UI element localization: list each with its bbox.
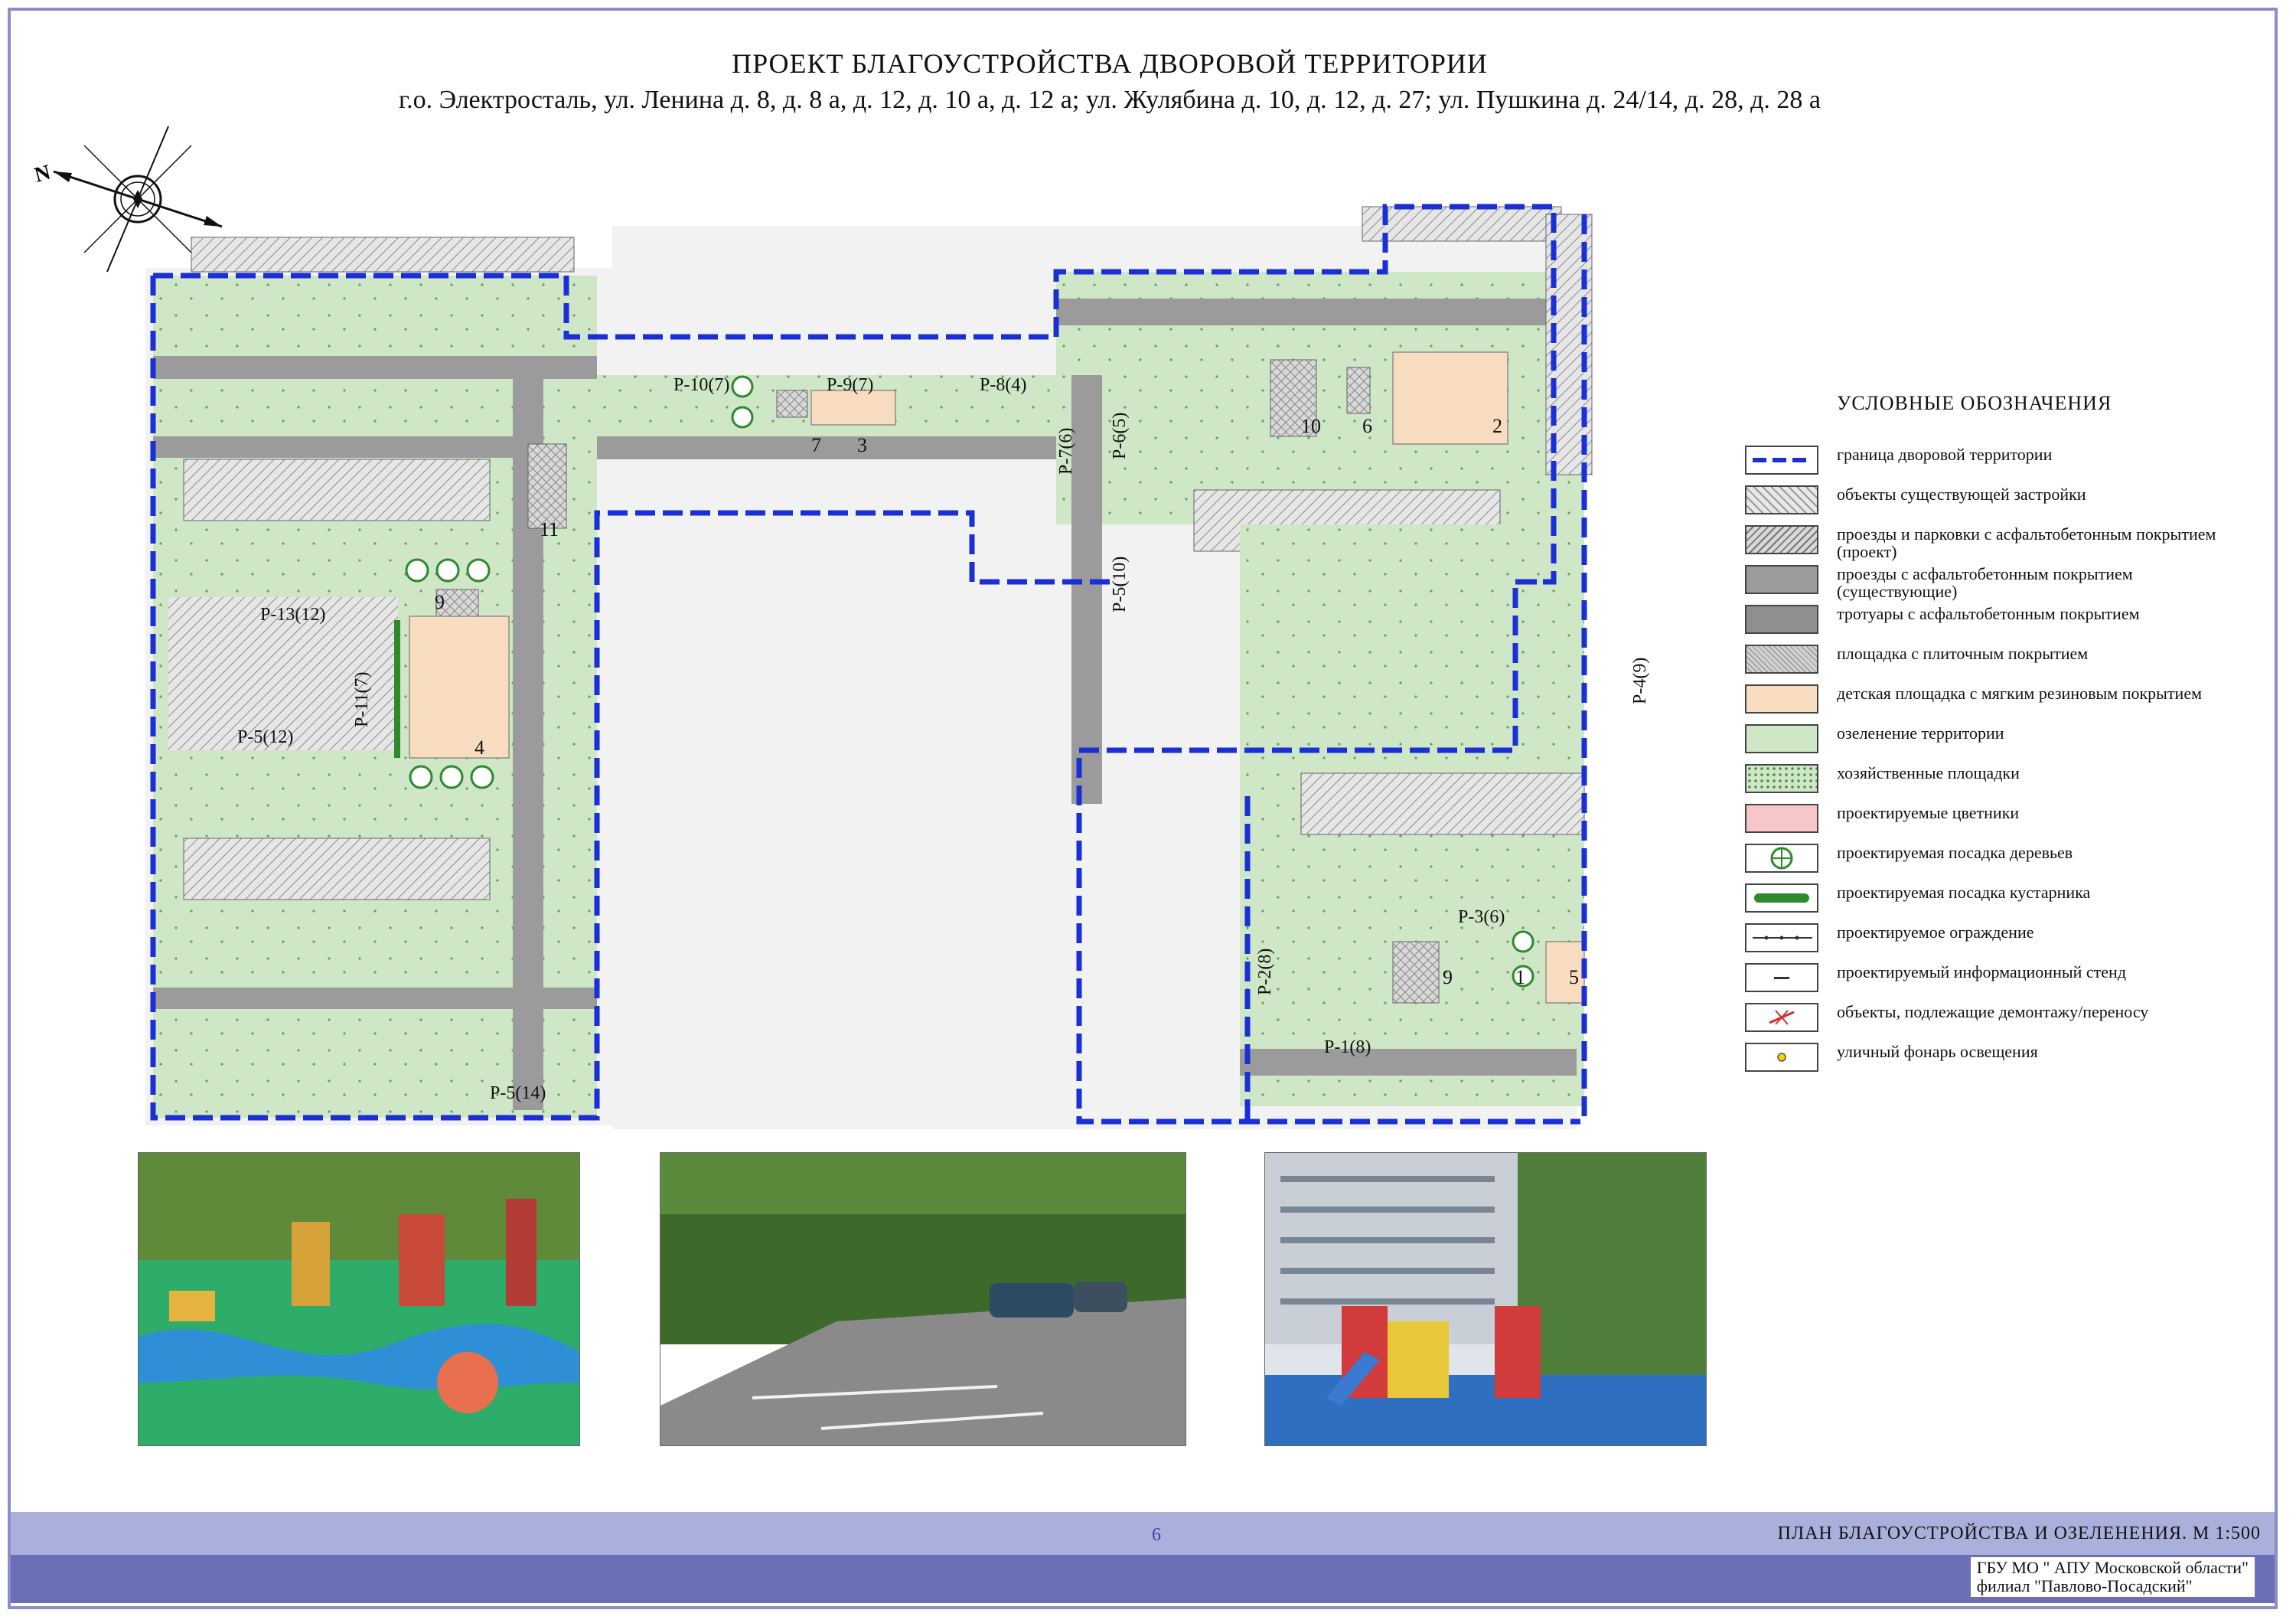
legend-item-shrub: проектируемая посадка кустарника [1745,883,2235,919]
legend-item-tile: площадка с плиточным покрытием [1745,645,2235,680]
label-n3: 3 [857,434,867,456]
tile-area-9-right [1392,941,1440,1004]
building-24-14 [1300,772,1585,835]
legend-item-asphalt-project: проезды и парковки с асфальтобетонным по… [1745,525,2235,560]
label-p7: Р-7(6) [1056,428,1076,475]
label-p5c: Р-5(10) [1110,557,1130,612]
boundary-dashed-icon [1745,446,1818,475]
page-number: 6 [1152,1525,1161,1545]
legend-title: УСЛОВНЫЕ ОБОЗНАЧЕНИЯ [1837,392,2112,414]
building-8 [183,459,491,521]
photo-parking [660,1152,1186,1446]
utility-area-icon [1745,764,1818,793]
label-p5b: Р-5(14) [490,1083,546,1103]
hatched-asphalt-project-icon [1745,525,1818,554]
sheet-title: ПЛАН БЛАГОУСТРОЙСТВА И ОЗЕЛЕНЕНИЯ. М 1:5… [1777,1523,2261,1543]
label-n1: 1 [1515,966,1525,988]
asphalt-existing-icon [1745,565,1818,594]
greenery-icon [1745,724,1818,753]
organization-block: ГБУ МО " АПУ Московской области" филиал … [1970,1557,2255,1597]
shrub-icon [1745,883,1818,913]
north-label: N [32,161,54,188]
sidewalk-icon [1745,605,1818,634]
legend-item-dismantle: объекты, подлежащие демонтажу/переносу [1745,1003,2235,1038]
driveway-right-bottom [1240,1049,1577,1076]
legend-item-building: объекты существующей застройки [1745,485,2235,521]
legend-item-flowerbed: проектируемые цветники [1745,804,2235,839]
street-lamp-icon [1745,1043,1818,1072]
label-n6: 6 [1362,415,1372,437]
tree-icon [1745,844,1818,873]
label-n5: 5 [1569,966,1579,988]
legend-item-lamp: уличный фонарь освещения [1745,1043,2235,1078]
label-p5a: Р-5(12) [237,727,293,747]
legend-item-utility: хозяйственные площадки [1745,764,2235,799]
dismantle-icon [1745,1003,1818,1032]
label-p4: Р-4(9) [1630,658,1650,704]
info-stand-icon [1745,963,1818,992]
tile-area-7 [776,390,808,418]
legend-item-tree: проектируемая посадка деревьев [1745,844,2235,879]
driveway-mid-strip [597,436,1071,459]
site-plan-map: Р-13(12) Р-11(7) Р-5(12) Р-5(14) Р-10(7)… [145,204,1650,1129]
page-title: ПРОЕКТ БЛАГОУСТРОЙСТВА ДВОРОВОЙ ТЕРРИТОР… [732,48,1488,79]
driveway-right-top [1056,299,1584,325]
label-p11: Р-11(7) [352,672,372,727]
legend-item-greenery: озеленение территории [1745,724,2235,759]
photo-playground-1 [138,1152,580,1446]
label-n7: 7 [811,434,821,456]
playground-2 [1392,351,1508,445]
shrub-row [394,620,400,758]
tile-area-icon [1745,645,1818,674]
hatched-building-icon [1745,485,1818,514]
label-p10: Р-10(7) [673,375,729,395]
legend-item-sidewalk: тротуары с асфальтобетонным покрытием [1745,605,2235,640]
building-top-right [1362,206,1562,242]
building-28a [183,838,491,900]
driveway-left-bottom [153,988,597,1009]
label-p6: Р-6(5) [1110,413,1130,459]
playground-icon [1745,684,1818,714]
flowerbed-icon [1745,804,1818,833]
playground-4 [409,616,510,759]
label-p9: Р-9(7) [827,375,873,395]
legend-item-asphalt-existing: проезды с асфальтобетонным покрытием (су… [1745,565,2235,600]
legend-item-info-stand: проектируемый информационный стенд [1745,963,2235,998]
footer-band-dark [11,1555,2275,1603]
label-n2: 2 [1492,415,1502,437]
label-p13: Р-13(12) [260,605,325,625]
tile-area-6 [1346,367,1371,414]
fence-icon [1745,923,1818,952]
driveway-left-mid [153,436,536,458]
building-top-left [191,237,575,273]
label-p8: Р-8(4) [980,375,1026,395]
label-n9b: 9 [1443,966,1453,988]
photo-playground-2 [1264,1152,1707,1446]
label-p2: Р-2(8) [1255,949,1275,995]
page-subtitle: г.о. Электросталь, ул. Ленина д. 8, д. 8… [398,86,1821,114]
driveway-right-vertical [1071,375,1102,804]
legend-item-playground: детская площадка с мягким резиновым покр… [1745,684,2235,720]
legend-item-boundary: граница дворовой территории [1745,446,2235,481]
label-n10: 10 [1301,415,1321,437]
label-n4: 4 [475,736,484,759]
tile-area-11 [527,443,567,529]
org-line-2: филиал "Павлово-Посадский" [1976,1576,2193,1595]
label-n11: 11 [540,518,559,540]
label-n9a: 9 [435,591,445,613]
org-line-1: ГБУ МО " АПУ Московской области" [1976,1558,2249,1577]
label-p3: Р-3(6) [1458,907,1505,927]
playground-3 [810,390,896,426]
legend-item-fence: проектируемое ограждение [1745,923,2235,958]
label-p1: Р-1(8) [1324,1037,1371,1057]
